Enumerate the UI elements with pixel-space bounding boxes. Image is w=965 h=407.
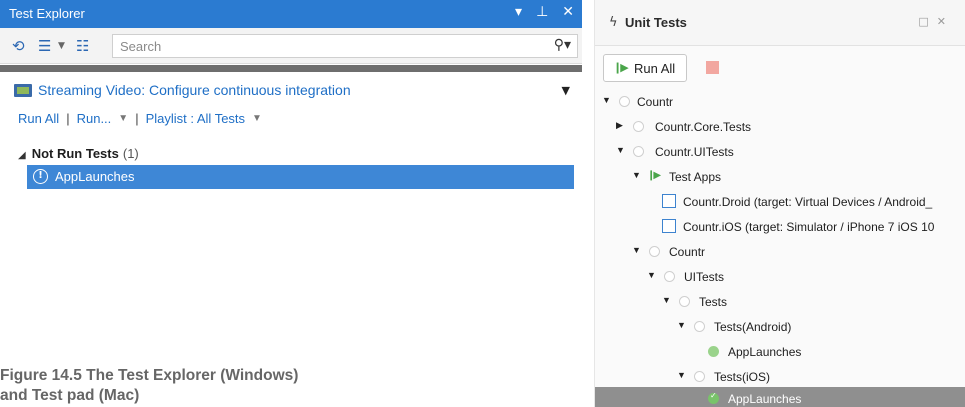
search-input[interactable]: Search ⚲▾	[112, 34, 578, 58]
tree-node-label: AppLaunches	[728, 392, 802, 406]
tree-node-label: Tests(iOS)	[714, 370, 771, 384]
status-circle-icon	[633, 121, 644, 132]
run-all-button[interactable]: ❙▶ Run All	[603, 54, 687, 82]
tree-node[interactable]: ▶ Countr.Core.Tests	[595, 115, 965, 139]
chevron-down-icon[interactable]: ▼	[118, 113, 128, 124]
test-group-header[interactable]: ◢ Not Run Tests (1)	[18, 146, 139, 161]
tree-node-label: Tests	[699, 295, 728, 309]
pin-icon[interactable]: ⊥	[536, 4, 548, 20]
tree-node-selected[interactable]: AppLaunches	[595, 387, 965, 407]
pad-buttons: □ ✕	[918, 15, 946, 28]
tree-node-label: Countr	[669, 245, 706, 259]
expanded-arrow-icon[interactable]: ▼	[662, 295, 672, 305]
tree-node[interactable]: ▼ Tests	[595, 290, 965, 314]
video-icon	[14, 84, 32, 97]
separator: |	[66, 111, 70, 126]
title-buttons: ▾ ⊥ ✕	[515, 4, 574, 20]
unit-tests-pad: ϟ Unit Tests □ ✕ ❙▶ Run All ▼ Countr ▶ C…	[594, 0, 965, 407]
run-all-label: Run All	[634, 61, 676, 76]
lightning-icon: ϟ	[609, 15, 618, 30]
status-circle-icon	[619, 96, 630, 107]
tree-node[interactable]: ▼ Countr	[595, 90, 965, 114]
status-circle-icon	[649, 246, 660, 257]
dropdown-icon[interactable]: ▾	[515, 4, 522, 20]
figure-caption: Figure 14.5 The Test Explorer (Windows) …	[0, 366, 440, 406]
tree-node[interactable]: Countr.Droid (target: Virtual Devices / …	[595, 190, 965, 214]
not-run-warning-icon: !	[33, 169, 48, 184]
tree-node[interactable]: ▼ Tests(Android)	[595, 315, 965, 339]
tree-node-label: Tests(Android)	[714, 320, 792, 334]
progress-band	[0, 65, 582, 72]
tree-node[interactable]: Countr.iOS (target: Simulator / iPhone 7…	[595, 215, 965, 239]
chevron-down-icon[interactable]: ▼	[58, 41, 65, 51]
run-all-link[interactable]: Run All	[18, 111, 59, 126]
tree-node[interactable]: ▼ Countr.UITests	[595, 140, 965, 164]
tree-node[interactable]: ▼ Countr	[595, 240, 965, 264]
tree-node-label: Countr.Core.Tests	[655, 120, 752, 134]
status-circle-icon	[633, 146, 644, 157]
expanded-arrow-icon[interactable]: ▼	[647, 270, 657, 280]
run-tests-after-build-icon[interactable]: ⟲	[12, 37, 25, 55]
test-explorer-title: Test Explorer	[9, 6, 85, 21]
maximize-icon[interactable]: □	[918, 15, 928, 28]
caption-line-1: Figure 14.5 The Test Explorer (Windows)	[0, 367, 299, 384]
status-circle-icon	[694, 371, 705, 382]
expanded-arrow-icon[interactable]: ▼	[677, 320, 687, 330]
search-icon[interactable]: ⚲▾	[554, 37, 571, 53]
tree-node[interactable]: AppLaunches	[595, 340, 965, 364]
tree-node[interactable]: ▼ Tests(iOS)	[595, 365, 965, 389]
playlist-selector[interactable]: Streaming Video: Configure continuous in…	[14, 82, 574, 102]
tree-node-label: UITests	[684, 270, 725, 284]
expanded-arrow-icon[interactable]: ▼	[616, 145, 626, 155]
test-row-selected[interactable]: ! AppLaunches	[27, 165, 574, 189]
group-count: (1)	[122, 146, 139, 161]
status-circle-icon	[679, 296, 690, 307]
tree-node-label: Countr.UITests	[655, 145, 734, 159]
tree-node-label: Countr.Droid (target: Virtual Devices / …	[683, 195, 933, 209]
tree-node-label: Test Apps	[669, 170, 722, 184]
test-explorer-titlebar: Test Explorer ▾ ⊥ ✕	[0, 0, 582, 28]
action-bar: Run All | Run... ▼ | Playlist : All Test…	[18, 111, 262, 126]
playlist-title[interactable]: Streaming Video: Configure continuous in…	[38, 82, 351, 98]
group-name: Not Run Tests	[31, 146, 119, 161]
close-icon[interactable]: ✕	[937, 15, 946, 28]
status-circle-icon	[664, 271, 675, 282]
chevron-down-icon[interactable]: ▼	[562, 84, 570, 97]
checkbox-icon[interactable]	[662, 194, 676, 208]
expanded-arrow-icon[interactable]: ▼	[632, 170, 642, 180]
tree-node-label: Countr.iOS (target: Simulator / iPhone 7…	[683, 220, 935, 234]
separator: |	[135, 111, 139, 126]
group-by-icon[interactable]: ☰	[38, 37, 51, 55]
tree-node-label: AppLaunches	[728, 345, 802, 359]
tree-node-label: Countr	[637, 95, 674, 109]
playlist-link[interactable]: Playlist : All Tests	[146, 111, 245, 126]
run-icon: ❙▶	[647, 170, 661, 181]
search-placeholder: Search	[120, 39, 162, 54]
expanded-arrow-icon[interactable]: ▼	[602, 95, 612, 105]
tree-node[interactable]: ▼ UITests	[595, 265, 965, 289]
stop-button[interactable]	[706, 61, 719, 74]
collapse-triangle-icon[interactable]: ◢	[18, 150, 26, 161]
test-explorer-window: Test Explorer ▾ ⊥ ✕ ⟲ ☰ ▼ ☷ Search ⚲▾ St…	[0, 0, 582, 200]
passed-icon	[708, 346, 719, 357]
tree-node[interactable]: ▼ ❙▶ Test Apps	[595, 165, 965, 189]
checkbox-icon[interactable]	[662, 219, 676, 233]
test-explorer-toolbar: ⟲ ☰ ▼ ☷ Search ⚲▾	[0, 28, 582, 64]
chevron-down-icon[interactable]: ▼	[252, 113, 262, 124]
passed-icon	[708, 391, 719, 404]
run-icon: ❙▶	[613, 61, 629, 74]
list-view-icon[interactable]: ☷	[76, 37, 89, 55]
unit-tests-header: ϟ Unit Tests □ ✕	[595, 0, 965, 46]
status-circle-icon	[694, 321, 705, 332]
caption-line-2: and Test pad (Mac)	[0, 387, 140, 404]
unit-tests-title: Unit Tests	[625, 15, 687, 30]
run-link[interactable]: Run...	[77, 111, 112, 126]
close-icon[interactable]: ✕	[562, 4, 574, 20]
test-name: AppLaunches	[55, 169, 135, 184]
collapsed-arrow-icon[interactable]: ▶	[616, 120, 626, 131]
expanded-arrow-icon[interactable]: ▼	[632, 245, 642, 255]
expanded-arrow-icon[interactable]: ▼	[677, 370, 687, 380]
